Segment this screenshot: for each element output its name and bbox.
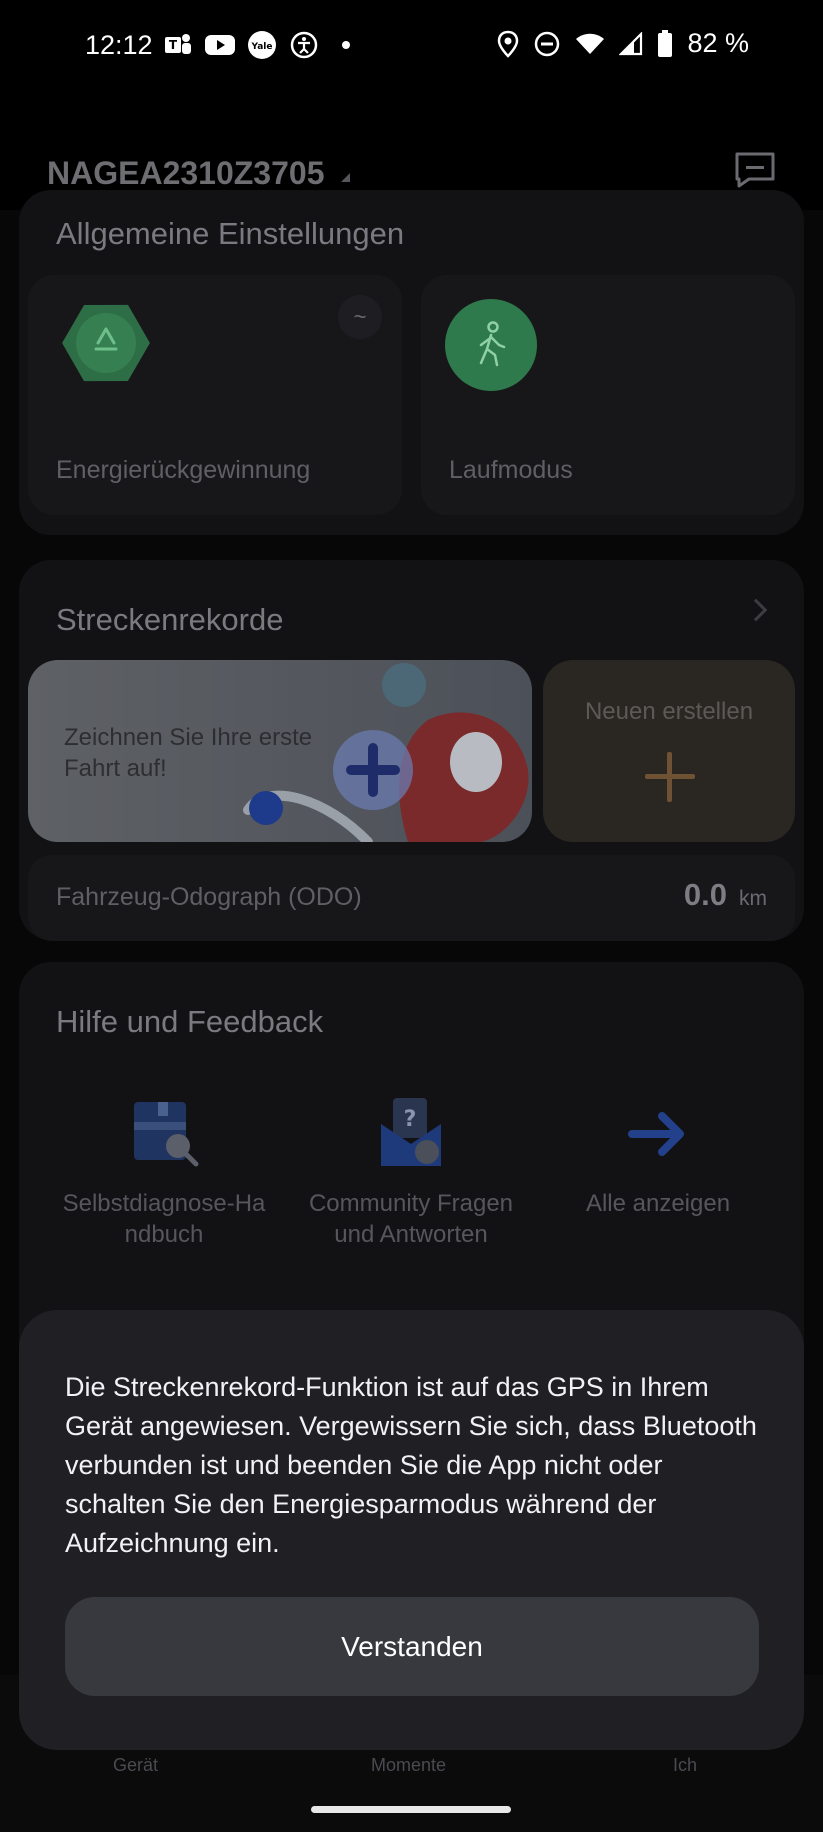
device-name[interactable]: NAGEA2310Z3705	[47, 155, 324, 192]
odometer-label: Fahrzeug-Odograph (ODO)	[56, 883, 362, 911]
status-bar: 12:12 T Yale 82 %	[0, 0, 823, 95]
dnd-icon	[535, 31, 560, 56]
tile-energy-recovery[interactable]: ~ Energierückgewinnung	[28, 275, 402, 515]
odometer-row: Fahrzeug-Odograph (ODO) 0.0 km	[28, 855, 795, 941]
help-item-label: Alle anzeigen	[585, 1190, 731, 1217]
general-settings-card: Allgemeine Einstellungen ~ Energierückge…	[19, 190, 804, 535]
help-item-label: Community Fragen und Antworten	[308, 1190, 514, 1248]
nav-moments[interactable]: Momente	[371, 1755, 446, 1776]
first-ride-banner[interactable]: Zeichnen Sie Ihre erste Fahrt auf!	[28, 660, 532, 842]
arrow-right-icon	[618, 1094, 698, 1174]
dot-icon	[331, 30, 361, 60]
tile-label: Laufmodus	[449, 456, 573, 484]
svg-text:Yale: Yale	[251, 42, 273, 52]
help-item-label: Selbstdiagnose-Ha ndbuch	[62, 1190, 266, 1248]
youtube-icon	[205, 30, 235, 60]
create-new-label: Neuen erstellen	[584, 698, 754, 725]
understood-button[interactable]: Verstanden	[65, 1597, 759, 1696]
create-new-button[interactable]: Neuen erstellen	[543, 660, 795, 842]
help-feedback-title: Hilfe und Feedback	[56, 1004, 324, 1039]
system-icons: 82 %	[497, 28, 749, 59]
help-item-community[interactable]: ? Community Fragen und Antworten	[291, 1094, 531, 1250]
help-item-show-all[interactable]: Alle anzeigen	[538, 1094, 778, 1219]
community-qa-icon: ?	[371, 1094, 451, 1174]
plus-icon	[645, 752, 695, 802]
tilde-badge-icon: ~	[338, 295, 382, 339]
device-dropdown-icon[interactable]	[341, 173, 350, 182]
nav-device[interactable]: Gerät	[113, 1755, 158, 1776]
help-item-self-diagnosis[interactable]: Selbstdiagnose-Ha ndbuch	[44, 1094, 284, 1250]
svg-text:T: T	[169, 38, 178, 52]
tile-walk-mode[interactable]: Laufmodus	[421, 275, 795, 515]
battery-icon	[658, 29, 673, 57]
walk-mode-icon	[445, 299, 537, 391]
first-ride-text: Zeichnen Sie Ihre erste Fahrt auf!	[64, 724, 313, 782]
track-records-title: Streckenrekorde	[56, 602, 284, 637]
location-icon	[498, 30, 519, 58]
notification-icons: T Yale	[163, 30, 361, 60]
nav-me[interactable]: Ich	[673, 1755, 697, 1776]
odometer-unit: km	[739, 887, 767, 910]
signal-icon	[619, 31, 643, 55]
svg-text:?: ?	[404, 1107, 417, 1132]
dialog-message: Die Streckenrekord-Funktion ist auf das …	[65, 1372, 757, 1558]
odometer-value: 0.0	[683, 877, 727, 912]
energy-recovery-icon	[62, 304, 150, 382]
gps-info-dialog: Die Streckenrekord-Funktion ist auf das …	[19, 1310, 804, 1750]
battery-percentage: 82 %	[687, 28, 749, 58]
status-time: 12:12	[85, 30, 153, 60]
general-settings-title: Allgemeine Einstellungen	[56, 216, 405, 251]
tile-label: Energierückgewinnung	[56, 456, 311, 484]
message-icon[interactable]	[733, 151, 777, 194]
teams-icon: T	[163, 30, 193, 60]
wifi-icon	[576, 33, 605, 54]
yale-icon: Yale	[247, 30, 277, 60]
chevron-right-icon[interactable]	[744, 598, 768, 622]
home-indicator[interactable]	[311, 1806, 511, 1813]
accessibility-icon	[289, 30, 319, 60]
track-records-card: Streckenrekorde Zeichnen Sie Ihre erste …	[19, 560, 804, 941]
manual-search-icon	[124, 1094, 204, 1174]
